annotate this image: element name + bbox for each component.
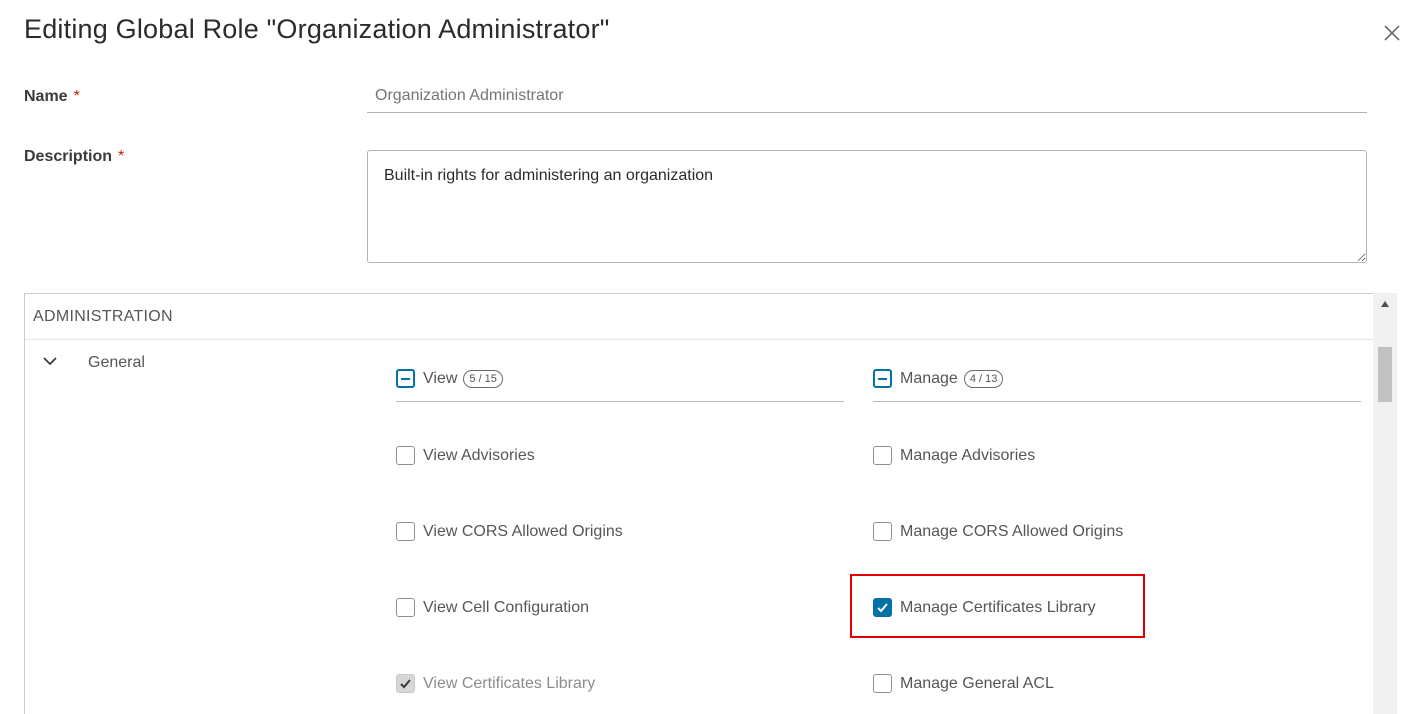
right-checkbox-disabled xyxy=(396,674,415,693)
checkmark-icon xyxy=(877,603,888,613)
right-label: View Advisories xyxy=(423,446,535,464)
right-label: View Cell Configuration xyxy=(423,598,590,616)
right-label: Manage Advisories xyxy=(900,446,1036,464)
view-column: View 5 / 15 xyxy=(396,364,844,402)
description-textarea[interactable] xyxy=(367,150,1367,263)
manage-column: Manage 4 / 13 xyxy=(873,364,1361,402)
right-label: Manage Certificates Library xyxy=(900,598,1096,616)
right-label: Manage General ACL xyxy=(900,674,1054,692)
manage-column-label: Manage xyxy=(900,370,958,387)
right-row-manage-general-acl[interactable]: Manage General ACL xyxy=(873,674,1054,693)
description-label: Description * xyxy=(24,148,124,166)
right-label: View CORS Allowed Origins xyxy=(423,522,623,540)
view-column-label: View xyxy=(423,370,458,387)
rights-panel: ADMINISTRATION General View 5 / 15 Manag… xyxy=(24,293,1397,714)
right-row-manage-certificates-library[interactable]: Manage Certificates Library xyxy=(873,598,1096,617)
right-checkbox[interactable] xyxy=(873,446,892,465)
manage-all-checkbox[interactable] xyxy=(873,369,892,388)
view-all-checkbox[interactable] xyxy=(396,369,415,388)
right-row-view-certificates-library: View Certificates Library xyxy=(396,674,595,693)
description-label-text: Description xyxy=(24,148,113,165)
close-icon[interactable] xyxy=(1379,20,1405,46)
right-row-view-cell-configuration[interactable]: View Cell Configuration xyxy=(396,598,589,617)
right-label: View Certificates Library xyxy=(423,674,596,692)
name-input[interactable] xyxy=(367,80,1367,113)
required-marker: * xyxy=(73,88,80,105)
right-checkbox-checked[interactable] xyxy=(873,598,892,617)
right-checkbox[interactable] xyxy=(396,598,415,617)
section-header-administration: ADMINISTRATION xyxy=(25,294,1374,340)
right-row-manage-cors[interactable]: Manage CORS Allowed Origins xyxy=(873,522,1123,541)
right-checkbox[interactable] xyxy=(873,674,892,693)
name-label: Name * xyxy=(24,88,80,106)
right-checkbox[interactable] xyxy=(873,522,892,541)
required-marker: * xyxy=(118,148,125,165)
scroll-thumb[interactable] xyxy=(1378,347,1392,402)
right-checkbox[interactable] xyxy=(396,522,415,541)
scrollbar[interactable] xyxy=(1373,293,1397,714)
right-row-view-advisories[interactable]: View Advisories xyxy=(396,446,535,465)
dialog-title: Editing Global Role "Organization Admini… xyxy=(24,14,610,44)
manage-column-header: Manage 4 / 13 xyxy=(873,364,1361,402)
chevron-down-icon[interactable] xyxy=(41,352,59,370)
view-column-header: View 5 / 15 xyxy=(396,364,844,402)
manage-count-badge: 4 / 13 xyxy=(963,370,1004,388)
right-checkbox[interactable] xyxy=(396,446,415,465)
right-label: Manage CORS Allowed Origins xyxy=(900,522,1124,540)
checkmark-icon xyxy=(400,679,411,689)
name-label-text: Name xyxy=(24,88,68,105)
right-row-manage-advisories[interactable]: Manage Advisories xyxy=(873,446,1035,465)
right-row-view-cors[interactable]: View CORS Allowed Origins xyxy=(396,522,623,541)
view-count-badge: 5 / 15 xyxy=(463,370,503,388)
group-label-general: General xyxy=(88,354,145,371)
scroll-up-arrow-icon[interactable] xyxy=(1373,293,1397,315)
